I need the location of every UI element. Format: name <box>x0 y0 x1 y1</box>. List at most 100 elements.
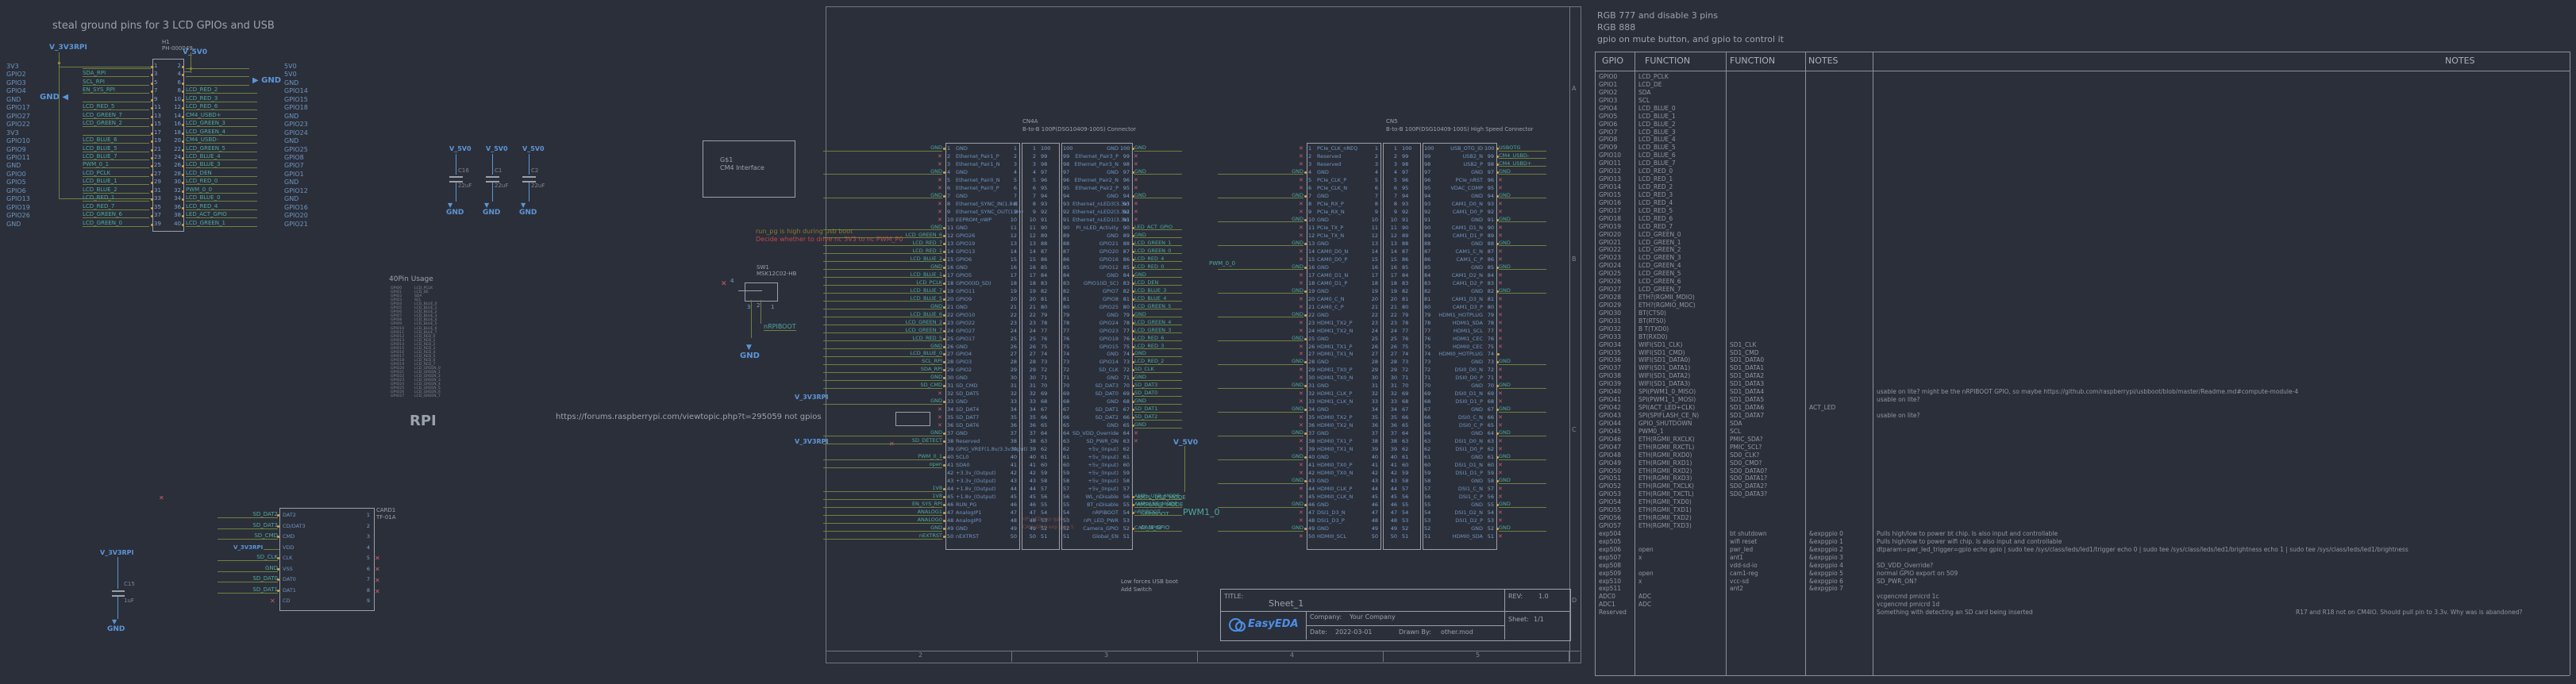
gnd-symbol: ▼ <box>746 344 752 352</box>
junction-dot <box>1132 171 1134 174</box>
no-connect-x: ✕ <box>1498 517 1503 525</box>
pin-number: 77 <box>1402 327 1409 334</box>
pin-name: DSI1_D2_N <box>1454 509 1483 517</box>
pin-number: 54 <box>1424 509 1431 517</box>
junction-dot <box>151 98 153 102</box>
table-cell: GPIO36 <box>1599 356 1621 364</box>
pin-name: Reserved <box>956 438 980 445</box>
table-cell: LCD_BLUE_4 <box>1638 136 1676 144</box>
junction-dot <box>1132 329 1134 332</box>
sheetnum-value[interactable]: 1/1 <box>1534 617 1544 623</box>
sheet-title[interactable]: Sheet_1 <box>1269 599 1303 608</box>
gnd-flag: GND ◀ <box>40 93 69 102</box>
pin-name: GND <box>1317 525 1329 532</box>
net-label: GND <box>823 145 942 152</box>
table-cell: GPIO38 <box>1599 372 1621 380</box>
net-label: GND <box>1218 406 1303 413</box>
pin-number: 67 <box>1402 406 1409 413</box>
pin-name: VDAC_COMP <box>1450 184 1483 191</box>
no-connect-x: ✕ <box>1299 295 1303 302</box>
pin-number: 82 <box>1041 287 1048 294</box>
pin-number: 6 <box>947 184 951 191</box>
frame-ruler-number: 5 <box>1476 651 1481 659</box>
company-value[interactable]: Your Company <box>1350 614 1396 621</box>
no-connect-x: ✕ <box>1299 390 1303 398</box>
net-label: GND <box>1499 359 1546 365</box>
net-label: GND <box>1499 193 1546 199</box>
table-cell: BT(RXD0) <box>1638 332 1668 340</box>
table-cell: LCD_RED_5 <box>1638 206 1673 214</box>
pin-number: 75 <box>1424 343 1431 350</box>
usage-gpio: GPIO27 <box>391 394 405 399</box>
pin-number: 78 <box>1063 319 1070 326</box>
no-connect-x: ✕ <box>1498 311 1503 318</box>
net-label: GND <box>1134 422 1182 428</box>
net-label: LCD_BLUE_0 <box>186 195 257 202</box>
table-cell: GPIO57 <box>1599 522 1621 529</box>
pin-name: +3.3v_(Output) <box>956 478 996 485</box>
pin-number: 88 <box>1424 240 1431 247</box>
net-label: LCD_PCLK <box>83 170 149 177</box>
pin-number: 73 <box>1063 359 1070 366</box>
pin-number: 87 <box>1402 248 1409 255</box>
no-connect-x: ✕ <box>1299 152 1303 159</box>
net-label: LCD_GREEN_7 <box>83 112 149 119</box>
net-label: LCD_BLUE_7 <box>83 153 149 160</box>
table-cell: LCD_RED_3 <box>1638 190 1673 198</box>
table-cell: SD0_DATA3? <box>1730 490 1768 498</box>
pin-number: 7 <box>366 576 370 582</box>
junction-dot <box>1496 242 1499 245</box>
pin-number: 60 <box>1122 462 1130 469</box>
pin-name: GND <box>1107 422 1119 429</box>
pin-number: 4 <box>947 168 951 175</box>
no-connect-x: ✕ <box>1134 176 1138 183</box>
pin-number: 34 <box>947 406 954 413</box>
pin-name: GPIO13 <box>956 248 976 255</box>
no-connect-x: ✕ <box>1498 176 1503 183</box>
table-cell: exp511 <box>1599 585 1621 593</box>
pin-name: +5v_(Input) <box>1088 462 1119 469</box>
no-connect-x: ✕ <box>375 555 380 562</box>
date-value[interactable]: 2022-03-01 <box>1335 629 1373 636</box>
pin-number: 87 <box>1424 248 1431 255</box>
pin-number: 27 <box>1371 351 1378 358</box>
net-label: GND <box>823 375 942 381</box>
rev-value[interactable]: 1.0 <box>1538 594 1549 600</box>
table-cell: SD0_DATA0? <box>1730 467 1768 475</box>
sw1-ref: SW1 <box>757 264 769 271</box>
pin-number: 78 <box>1041 319 1048 326</box>
table-cell: ADC1 <box>1599 601 1615 609</box>
schematic-canvas[interactable]: G$1 CM4 Interface TITLE: Sheet_1 REV: 1.… <box>0 0 2576 684</box>
pin-name: HDMI0_SCL <box>1317 533 1347 540</box>
pin-number: 22 <box>174 145 181 152</box>
pin-number: 24 <box>174 153 181 160</box>
pin-number: 2 <box>1393 152 1397 159</box>
table-cell: SD1_DATA2 <box>1730 372 1765 380</box>
pin-number: 42 <box>1010 470 1017 477</box>
sdcard-pin-name: VSS <box>283 565 293 572</box>
net-label: SD_DAT2 <box>218 512 278 518</box>
net-label: LCD_GREEN_2 <box>823 320 942 326</box>
junction-dot <box>1496 148 1499 150</box>
junction-dot <box>1304 313 1307 317</box>
pin-number: 38 <box>1010 438 1017 445</box>
pin-number: 14 <box>947 248 954 255</box>
junction-dot <box>151 190 153 193</box>
pin-number: 43 <box>1308 478 1315 485</box>
rev-label: REV: <box>1508 593 1523 600</box>
pin-number: 26 <box>174 162 181 169</box>
pin-number: 76 <box>1063 335 1070 342</box>
net-label: GND <box>823 525 942 532</box>
pin-number: 88 <box>1063 240 1070 247</box>
junction-dot <box>182 190 184 193</box>
no-connect-x: ✕ <box>1498 303 1503 310</box>
table-cell: ADC <box>1638 593 1652 601</box>
pin-number: 84 <box>1487 271 1494 279</box>
pin-number: 9 <box>366 598 370 604</box>
sdcard-pin-name: CMD <box>283 533 295 540</box>
net-label: CM4_USBD+ <box>1499 161 1546 167</box>
pin-number: 35 <box>1029 414 1036 421</box>
pin-number: 46 <box>1390 501 1397 509</box>
table-cell: vcgencmd pmicrd 1c <box>1877 593 1939 601</box>
drawnby-value[interactable]: other.mod <box>1441 629 1473 636</box>
